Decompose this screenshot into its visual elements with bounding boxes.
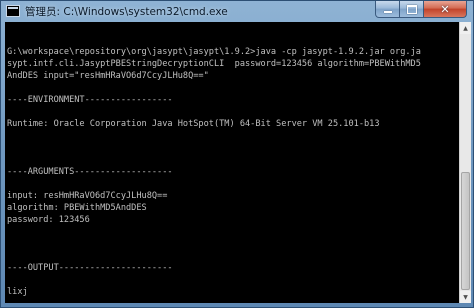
caption-buttons: ✕ — [375, 1, 467, 19]
console-line: G:\workspace\repository\org\jasypt\jasyp… — [7, 47, 421, 57]
console-output[interactable]: G:\workspace\repository\org\jasypt\jasyp… — [5, 22, 459, 303]
console-line: ----ARGUMENTS------------------- — [7, 167, 173, 177]
close-icon: ✕ — [440, 2, 450, 16]
console-line: Runtime: Oracle Corporation Java HotSpot… — [7, 119, 380, 129]
scroll-down-arrow-icon[interactable]: ▼ — [460, 291, 471, 303]
console-line: sypt.intf.cli.JasyptPBEStringDecryptionC… — [7, 59, 421, 69]
console-line: password: 123456 — [7, 215, 90, 225]
maximize-icon — [406, 4, 417, 14]
console-text: G:\workspace\repository\org\jasypt\jasyp… — [7, 22, 421, 303]
console-app-icon[interactable] — [6, 5, 20, 17]
scroll-up-arrow-icon[interactable]: ▲ — [460, 22, 471, 34]
scrollbar-thumb[interactable] — [461, 172, 470, 290]
vertical-scrollbar[interactable]: ▲ ▼ — [459, 22, 471, 303]
console-line: lixj — [7, 287, 28, 297]
console-line: ----OUTPUT---------------------- — [7, 263, 173, 273]
minimize-icon — [383, 11, 392, 13]
window-title: 管理员: C:\Windows\system32\cmd.exe — [25, 6, 228, 18]
console-line: algorithm: PBEWithMD5AndDES — [7, 203, 147, 213]
minimize-button[interactable] — [375, 1, 400, 18]
console-line: input: resHmHRaVO6d7CcyJLHu8Q== — [7, 191, 168, 201]
close-button[interactable]: ✕ — [424, 1, 467, 18]
maximize-button[interactable] — [400, 1, 424, 18]
console-line: AndDES input="resHmHRaVO6d7CcyJLHu8Q==" — [7, 71, 209, 81]
console-line: ----ENVIRONMENT----------------- — [7, 95, 173, 105]
cmd-window: 管理员: C:\Windows\system32\cmd.exe ✕ G:\wo… — [0, 0, 474, 308]
title-bar[interactable]: 管理员: C:\Windows\system32\cmd.exe ✕ — [1, 1, 473, 22]
